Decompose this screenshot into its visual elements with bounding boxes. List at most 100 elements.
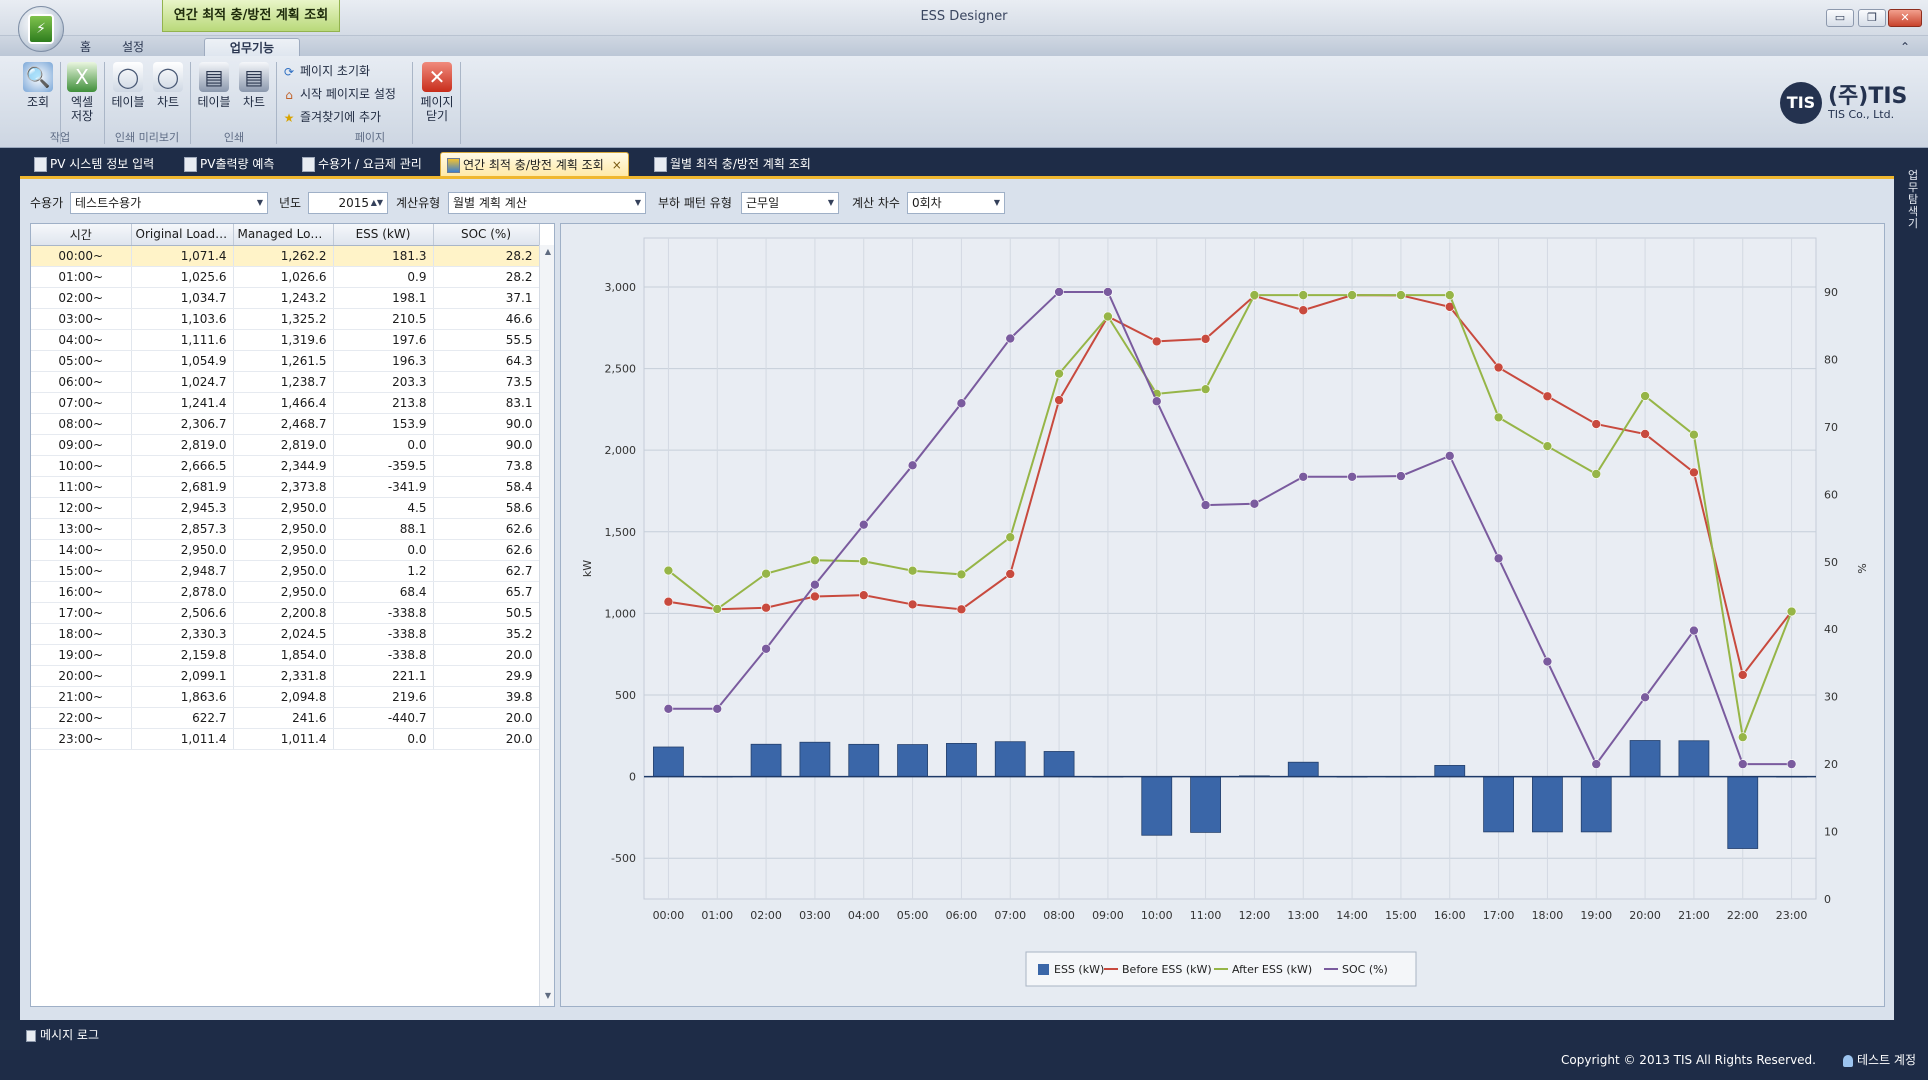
preview-chart-button[interactable]: ◯ 차트 bbox=[152, 62, 184, 109]
print-chart-button[interactable]: ▤ 차트 bbox=[238, 62, 270, 109]
table-row[interactable]: 01:00~ 1,025.6 1,026.6 0.9 28.2 bbox=[31, 266, 540, 288]
series-point bbox=[1200, 384, 1211, 394]
message-log-tab[interactable]: 메시지 로그 bbox=[26, 1026, 99, 1044]
tab-close-icon[interactable]: × bbox=[612, 158, 622, 172]
series-point bbox=[761, 568, 771, 579]
close-page-button[interactable]: ✕ 페이지 닫기 bbox=[418, 62, 456, 123]
y-tick-label: 1,000 bbox=[605, 607, 637, 620]
chevron-down-icon: ▼ bbox=[827, 198, 834, 207]
table-cell: 2,950.0 bbox=[233, 497, 334, 519]
doc-tab-customer-rate[interactable]: 수용가 / 요금제 관리 bbox=[296, 152, 422, 176]
table-cell: 1.2 bbox=[333, 560, 434, 582]
series-point bbox=[956, 398, 967, 409]
table-cell: 03:00~ bbox=[31, 308, 132, 330]
series-point bbox=[712, 604, 723, 614]
table-row[interactable]: 14:00~ 2,950.0 2,950.0 0.0 62.6 bbox=[31, 539, 540, 561]
excel-save-button[interactable]: X 엑셀 저장 bbox=[66, 62, 98, 123]
y2-tick-label: 30 bbox=[1824, 691, 1838, 704]
preview-table-button[interactable]: ◯ 테이블 bbox=[108, 62, 148, 109]
table-cell: 1,011.4 bbox=[233, 728, 334, 750]
table-row[interactable]: 09:00~ 2,819.0 2,819.0 0.0 90.0 bbox=[31, 434, 540, 456]
table-row[interactable]: 06:00~ 1,024.7 1,238.7 203.3 73.5 bbox=[31, 371, 540, 393]
series-point bbox=[1542, 656, 1553, 667]
series-point bbox=[1591, 759, 1602, 769]
customer-select[interactable]: 테스트수용가 ▼ bbox=[70, 192, 268, 214]
calc-type-select[interactable]: 월별 계획 계산 ▼ bbox=[448, 192, 646, 214]
table-cell: 09:00~ bbox=[31, 434, 132, 456]
user-account[interactable]: 테스트 계정 bbox=[1842, 1051, 1916, 1069]
table-row[interactable]: 13:00~ 2,857.3 2,950.0 88.1 62.6 bbox=[31, 518, 540, 540]
series-point bbox=[1737, 732, 1748, 742]
year-spinner[interactable]: 2015 ▲▼ bbox=[308, 192, 388, 214]
ess-bar bbox=[1141, 776, 1173, 836]
table-row[interactable]: 12:00~ 2,945.3 2,950.0 4.5 58.6 bbox=[31, 497, 540, 519]
tab-business-functions[interactable]: 업무기능 bbox=[204, 38, 300, 56]
doc-tab-annual-plan[interactable]: 연간 최적 충/방전 계획 조회 × bbox=[440, 152, 629, 176]
table-row[interactable]: 18:00~ 2,330.3 2,024.5 -338.8 35.2 bbox=[31, 623, 540, 645]
table-row[interactable]: 21:00~ 1,863.6 2,094.8 219.6 39.8 bbox=[31, 686, 540, 708]
plot-area bbox=[643, 237, 1817, 900]
calc-round-select[interactable]: 0회차 ▼ bbox=[907, 192, 1005, 214]
tab-home[interactable]: 홈 bbox=[80, 38, 91, 56]
column-header[interactable]: 시간 bbox=[31, 224, 132, 246]
right-sidebar[interactable] bbox=[1894, 150, 1928, 1050]
scroll-down-icon[interactable]: ▼ bbox=[540, 991, 554, 1005]
table-cell: 1,261.5 bbox=[233, 350, 334, 372]
close-window-button[interactable]: ✕ bbox=[1888, 9, 1922, 27]
tab-settings[interactable]: 설정 bbox=[122, 38, 144, 56]
set-start-page-button[interactable]: ⌂ 시작 페이지로 설정 bbox=[282, 83, 396, 105]
table-cell: 210.5 bbox=[333, 308, 434, 330]
table-cell: 08:00~ bbox=[31, 413, 132, 435]
grid-scrollbar[interactable]: ▲ ▼ bbox=[539, 245, 554, 1006]
load-pattern-select[interactable]: 근무일 ▼ bbox=[741, 192, 839, 214]
table-row[interactable]: 07:00~ 1,241.4 1,466.4 213.8 83.1 bbox=[31, 392, 540, 414]
table-row[interactable]: 16:00~ 2,878.0 2,950.0 68.4 65.7 bbox=[31, 581, 540, 603]
data-grid[interactable]: 시간 Original Load (... Managed Load... ESS (… bbox=[30, 223, 555, 1007]
table-row[interactable]: 08:00~ 2,306.7 2,468.7 153.9 90.0 bbox=[31, 413, 540, 435]
doc-tab-monthly-plan[interactable]: 월별 최적 충/방전 계획 조회 bbox=[648, 152, 811, 176]
series-point bbox=[663, 596, 674, 607]
table-row[interactable]: 04:00~ 1,111.6 1,319.6 197.6 55.5 bbox=[31, 329, 540, 351]
table-row[interactable]: 17:00~ 2,506.6 2,200.8 -338.8 50.5 bbox=[31, 602, 540, 624]
table-row[interactable]: 20:00~ 2,099.1 2,331.8 221.1 29.9 bbox=[31, 665, 540, 687]
table-row[interactable]: 00:00~ 1,071.4 1,262.2 181.3 28.2 bbox=[31, 245, 540, 267]
table-row[interactable]: 03:00~ 1,103.6 1,325.2 210.5 46.6 bbox=[31, 308, 540, 330]
table-cell: 10:00~ bbox=[31, 455, 132, 477]
column-header[interactable]: SOC (%) bbox=[433, 224, 540, 246]
restore-button[interactable]: ❐ bbox=[1858, 9, 1886, 27]
series-point bbox=[810, 555, 820, 566]
table-row[interactable]: 10:00~ 2,666.5 2,344.9 -359.5 73.8 bbox=[31, 455, 540, 477]
column-header[interactable]: Managed Load... bbox=[233, 224, 334, 246]
close-icon: ✕ bbox=[422, 62, 452, 92]
side-panel-label[interactable]: 업무 탐색기 bbox=[1906, 170, 1920, 230]
table-row[interactable]: 22:00~ 622.7 241.6 -440.7 20.0 bbox=[31, 707, 540, 729]
table-row[interactable]: 11:00~ 2,681.9 2,373.8 -341.9 58.4 bbox=[31, 476, 540, 498]
scroll-up-icon[interactable]: ▲ bbox=[540, 247, 554, 261]
column-header[interactable]: ESS (kW) bbox=[333, 224, 434, 246]
page-reset-button[interactable]: ⟳ 페이지 초기화 bbox=[282, 60, 370, 82]
table-cell: 39.8 bbox=[433, 686, 540, 708]
table-row[interactable]: 23:00~ 1,011.4 1,011.4 0.0 20.0 bbox=[31, 728, 540, 750]
table-cell: 213.8 bbox=[333, 392, 434, 414]
legend-label: Before ESS (kW) bbox=[1122, 963, 1212, 976]
minimize-button[interactable]: ▭ bbox=[1826, 9, 1854, 27]
ess-bar bbox=[1483, 776, 1514, 833]
query-button[interactable]: 🔍 조회 bbox=[22, 62, 54, 109]
add-favorite-button[interactable]: ★ 즐겨찾기에 추가 bbox=[282, 106, 382, 128]
table-row[interactable]: 05:00~ 1,054.9 1,261.5 196.3 64.3 bbox=[31, 350, 540, 372]
table-cell: 1,103.6 bbox=[131, 308, 234, 330]
print-table-button[interactable]: ▤ 테이블 bbox=[194, 62, 234, 109]
column-header[interactable]: Original Load (... bbox=[131, 224, 234, 246]
ribbon-collapse-button[interactable]: ⌃ bbox=[1900, 38, 1910, 56]
table-row[interactable]: 15:00~ 2,948.7 2,950.0 1.2 62.7 bbox=[31, 560, 540, 582]
table-cell: 02:00~ bbox=[31, 287, 132, 309]
table-cell: 2,331.8 bbox=[233, 665, 334, 687]
series-point bbox=[663, 565, 674, 576]
doc-tab-pv-system[interactable]: PV 시스템 정보 입력 bbox=[28, 152, 154, 176]
doc-tab-pv-forecast[interactable]: PV출력량 예측 bbox=[178, 152, 274, 176]
series-point bbox=[1689, 467, 1699, 478]
table-row[interactable]: 19:00~ 2,159.8 1,854.0 -338.8 20.0 bbox=[31, 644, 540, 666]
app-menu-button[interactable]: ⚡ bbox=[18, 6, 64, 52]
table-row[interactable]: 02:00~ 1,034.7 1,243.2 198.1 37.1 bbox=[31, 287, 540, 309]
series-point bbox=[1640, 429, 1650, 439]
